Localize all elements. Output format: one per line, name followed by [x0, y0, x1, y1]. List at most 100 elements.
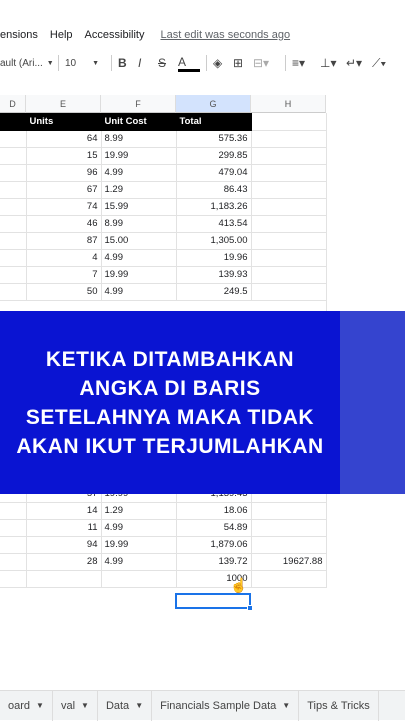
cell-e[interactable]: 46	[26, 215, 102, 233]
cell-g[interactable]: 139.72	[176, 553, 252, 571]
cell-f[interactable]: 4.99	[101, 283, 177, 301]
cell-h[interactable]	[251, 181, 327, 199]
cell-f[interactable]: 8.99	[101, 215, 177, 233]
cell-f[interactable]: 15.99	[101, 198, 177, 216]
valign-bottom-icon[interactable]: ⊥▾	[320, 52, 346, 74]
borders-icon[interactable]: ⊞	[233, 52, 253, 74]
text-color-button[interactable]: A	[178, 54, 200, 72]
cell-g[interactable]: 249.5	[176, 283, 252, 301]
cell-h[interactable]	[251, 502, 327, 520]
cell-g[interactable]: 86.43	[176, 181, 252, 199]
cell-d[interactable]	[0, 249, 27, 267]
cell-h[interactable]	[251, 266, 327, 284]
column-header-g[interactable]: G	[176, 95, 251, 113]
cell-g[interactable]: 299.85	[176, 147, 252, 165]
cell-e[interactable]: 28	[26, 553, 102, 571]
cell-d[interactable]	[0, 164, 27, 182]
header-total[interactable]: Total	[176, 113, 252, 131]
text-wrap-icon[interactable]: ↵▾	[346, 52, 372, 74]
cell-d[interactable]	[0, 570, 27, 588]
cell-f[interactable]: 19.99	[101, 536, 177, 554]
cell-f[interactable]: 1.29	[101, 502, 177, 520]
cell-g[interactable]: 479.04	[176, 164, 252, 182]
cell-e[interactable]: 15	[26, 147, 102, 165]
cell-e[interactable]: 96	[26, 164, 102, 182]
cell-f[interactable]: 8.99	[101, 130, 177, 148]
sheet-tab-tips[interactable]: Tips & Tricks	[299, 690, 379, 721]
column-header-h[interactable]: H	[251, 95, 326, 113]
cell-f[interactable]	[101, 570, 177, 588]
menu-extensions[interactable]: ensions	[0, 29, 38, 41]
cell-d[interactable]	[0, 181, 27, 199]
cell-e[interactable]: 11	[26, 519, 102, 537]
cell-g[interactable]: 1,879.06	[176, 536, 252, 554]
fill-color-icon[interactable]: ◈	[213, 52, 233, 74]
cell-g[interactable]: 19.96	[176, 249, 252, 267]
cell-d[interactable]	[0, 232, 27, 250]
align-left-icon[interactable]: ≡▾	[292, 52, 320, 74]
menu-accessibility[interactable]: Accessibility	[85, 29, 145, 41]
cell-h[interactable]	[251, 130, 327, 148]
header-cell-h[interactable]	[251, 113, 327, 131]
column-header-d[interactable]: D	[0, 95, 26, 113]
bold-button[interactable]: B	[118, 52, 138, 74]
cell-h[interactable]	[251, 536, 327, 554]
cell-d[interactable]	[0, 147, 27, 165]
sheet-tab-financials[interactable]: Financials Sample Data ▼	[152, 690, 300, 721]
cell-h[interactable]: 19627.88	[251, 553, 327, 571]
sheet-tab-data[interactable]: Data ▼	[98, 690, 153, 721]
cell-d[interactable]	[0, 198, 27, 216]
cell-d[interactable]	[0, 283, 27, 301]
cell-g[interactable]: 575.36	[176, 130, 252, 148]
cell-f[interactable]: 4.99	[101, 164, 177, 182]
cell-g[interactable]: 18.06	[176, 502, 252, 520]
menu-help[interactable]: Help	[50, 29, 73, 41]
header-unit-cost[interactable]: Unit Cost	[101, 113, 177, 131]
cell-g[interactable]: 54.89	[176, 519, 252, 537]
fill-handle[interactable]	[247, 605, 253, 611]
cell-f[interactable]: 19.99	[101, 266, 177, 284]
strikethrough-button[interactable]: S	[158, 52, 178, 74]
cell-h[interactable]	[251, 198, 327, 216]
cell-h[interactable]	[251, 249, 327, 267]
cell-h[interactable]	[251, 164, 327, 182]
cell-h[interactable]	[251, 519, 327, 537]
cell-f[interactable]: 4.99	[101, 249, 177, 267]
cell-f[interactable]: 4.99	[101, 553, 177, 571]
cell-e[interactable]: 67	[26, 181, 102, 199]
selected-cell[interactable]	[175, 593, 251, 609]
sheet-tab-val[interactable]: val ▼	[53, 690, 98, 721]
cell-e[interactable]: 14	[26, 502, 102, 520]
cell-f[interactable]: 15.00	[101, 232, 177, 250]
cell-e[interactable]	[26, 570, 102, 588]
merge-cells-icon[interactable]: ⊟▾	[253, 52, 279, 74]
font-family-select[interactable]: ault (Ari... ▼	[0, 52, 54, 74]
cell-g[interactable]: 413.54	[176, 215, 252, 233]
cell-d[interactable]	[0, 266, 27, 284]
header-units[interactable]: Units	[26, 113, 102, 131]
cell-e[interactable]: 74	[26, 198, 102, 216]
cell-e[interactable]: 87	[26, 232, 102, 250]
last-edit-link[interactable]: Last edit was seconds ago	[160, 29, 290, 41]
font-size-select[interactable]: 10 ▼	[65, 52, 105, 74]
cell-e[interactable]: 94	[26, 536, 102, 554]
cell-d[interactable]	[0, 502, 27, 520]
cell-g[interactable]: 1,183.26	[176, 198, 252, 216]
cell-d[interactable]	[0, 536, 27, 554]
cell-d[interactable]	[0, 215, 27, 233]
cell-h[interactable]	[251, 147, 327, 165]
cell-g[interactable]: 1,305.00	[176, 232, 252, 250]
column-header-f[interactable]: F	[101, 95, 176, 113]
header-cell-d[interactable]	[0, 113, 27, 131]
cell-h[interactable]	[251, 570, 327, 588]
sheet-tab-dashboard[interactable]: oard ▼	[0, 690, 53, 721]
cell-d[interactable]	[0, 519, 27, 537]
column-header-e[interactable]: E	[26, 95, 101, 113]
cell-h[interactable]	[251, 283, 327, 301]
cell-f[interactable]: 4.99	[101, 519, 177, 537]
italic-button[interactable]: I	[138, 52, 158, 74]
cell-e[interactable]: 7	[26, 266, 102, 284]
cell-h[interactable]	[251, 215, 327, 233]
cell-e[interactable]: 50	[26, 283, 102, 301]
cell-e[interactable]: 4	[26, 249, 102, 267]
